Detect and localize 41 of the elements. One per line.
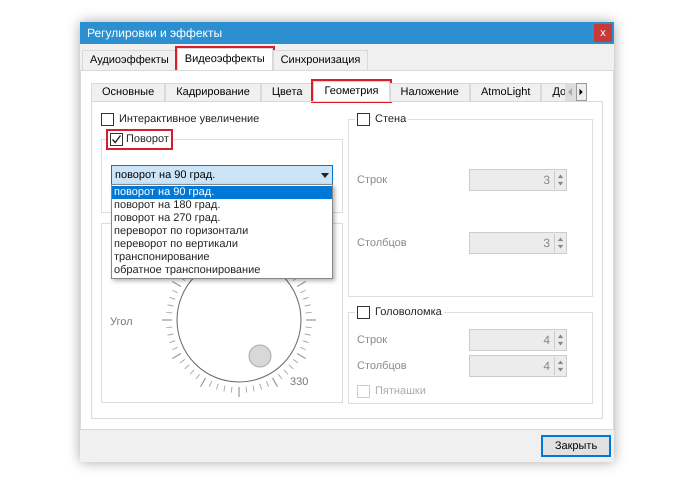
checkbox[interactable] [357, 306, 370, 319]
checkbox[interactable] [357, 112, 370, 126]
checkbox-label: Стена [375, 112, 406, 127]
close-button[interactable]: x [594, 24, 612, 42]
field-label: Столбцов [357, 236, 407, 251]
dropdown-option[interactable]: переворот по вертикали [112, 238, 332, 251]
checkbox-label: Интерактивное увеличение [119, 112, 260, 127]
spin-arrows-icon[interactable] [554, 331, 566, 349]
dropdown-option[interactable]: поворот на 180 град. [112, 199, 332, 212]
dropdown-option[interactable]: поворот на 270 град. [112, 212, 332, 225]
tab[interactable]: Кадрирование [165, 83, 261, 101]
spin-arrows-icon[interactable] [554, 171, 566, 189]
checkbox-label: Головоломка [375, 305, 442, 320]
checkbox[interactable] [110, 132, 123, 146]
close-dialog-button[interactable]: Закрыть [541, 435, 611, 457]
scroll-right-icon[interactable] [576, 83, 588, 101]
checkbox-label: Пятнашки [375, 384, 426, 399]
tab[interactable]: AtmoLight [470, 83, 542, 101]
tab[interactable]: Аудиоэффекты [82, 50, 177, 70]
dropdown-arrow-icon [321, 172, 329, 178]
dropdown-option[interactable]: поворот на 90 град. [112, 186, 332, 199]
tab[interactable]: Наложение [390, 83, 470, 101]
window-title: Регулировки и эффекты [86, 25, 222, 42]
tab[interactable]: Цвета [260, 83, 314, 101]
angle-label: Угол [110, 315, 133, 330]
field-label: Строк [357, 172, 388, 188]
tab[interactable]: Геометрия [313, 81, 390, 101]
dropdown-option[interactable]: транспонирование [112, 251, 332, 264]
tab[interactable]: Видеоэффекты [176, 48, 273, 70]
dropdown-option[interactable]: переворот по горизонтали [112, 225, 332, 238]
rotation-dropdown[interactable]: поворот на 90 град. [111, 165, 333, 185]
field-label: Строк [357, 332, 388, 348]
tab[interactable]: Синхронизация [272, 50, 368, 70]
field-label: Столбцов [357, 358, 407, 374]
tab[interactable]: Основные [91, 83, 166, 101]
checkbox[interactable] [101, 112, 114, 126]
spin-arrows-icon[interactable] [554, 234, 566, 252]
dial-reading: 330 [290, 375, 308, 390]
dropdown-option[interactable]: обратное транспонирование [112, 264, 332, 277]
checkbox-label: Поворот [126, 132, 169, 147]
spin-arrows-icon[interactable] [554, 357, 566, 375]
